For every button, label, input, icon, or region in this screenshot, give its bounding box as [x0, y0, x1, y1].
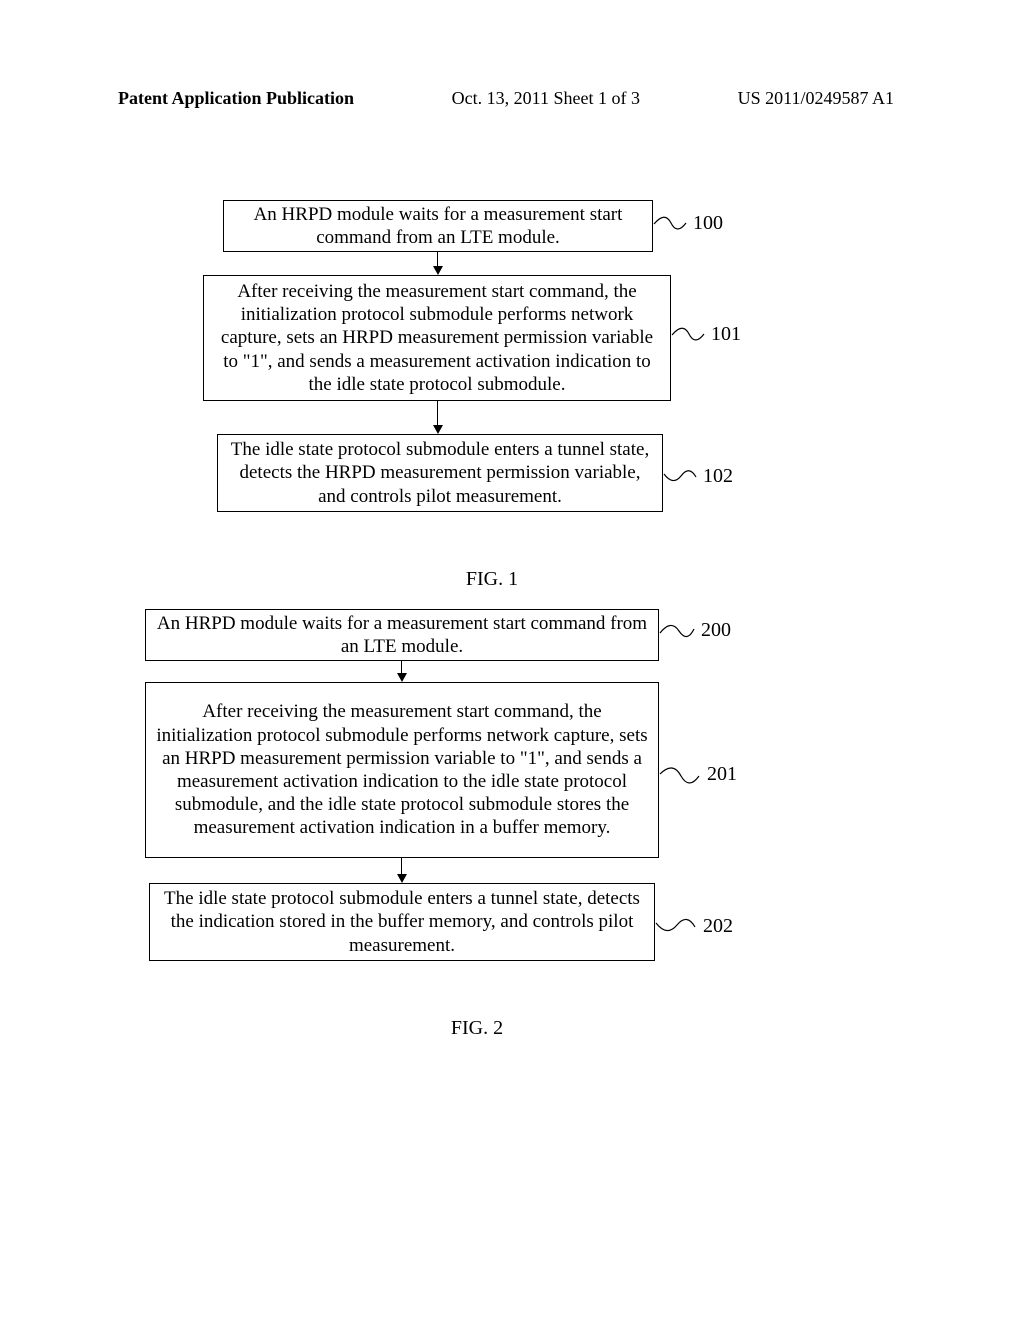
flow-box-202: The idle state protocol submodule enters… [149, 883, 655, 961]
figure-caption-1: FIG. 1 [0, 568, 1024, 591]
diagrams-container: An HRPD module waits for a measurement s… [0, 200, 1024, 1040]
page-header: Patent Application Publication Oct. 13, … [0, 88, 1024, 109]
header-center: Oct. 13, 2011 Sheet 1 of 3 [452, 88, 640, 109]
arrow-head-icon [433, 266, 443, 275]
leader-curve-icon [671, 325, 705, 351]
leader-curve-icon [659, 619, 695, 647]
flow-box-102: The idle state protocol submodule enters… [217, 434, 663, 512]
flow-box-200: An HRPD module waits for a measurement s… [145, 609, 659, 661]
box-text: An HRPD module waits for a measurement s… [154, 612, 650, 658]
flow-box-100: An HRPD module waits for a measurement s… [223, 200, 653, 252]
leader-curve-icon [655, 917, 697, 945]
arrow-head-icon [397, 874, 407, 883]
ref-label-100: 100 [693, 212, 723, 235]
flowchart-fig2: An HRPD module waits for a measurement s… [145, 609, 845, 1009]
ref-label-201: 201 [707, 763, 737, 786]
header-right: US 2011/0249587 A1 [738, 88, 894, 109]
box-text: After receiving the measurement start co… [212, 280, 662, 396]
header-left: Patent Application Publication [118, 88, 354, 109]
leader-curve-icon [659, 764, 701, 792]
figure-caption-2: FIG. 2 [0, 1017, 1024, 1040]
leader-curve-icon [653, 214, 687, 240]
box-text: The idle state protocol submodule enters… [158, 887, 646, 957]
box-text: An HRPD module waits for a measurement s… [232, 203, 644, 249]
leader-curve-icon [663, 468, 697, 494]
arrow-head-icon [397, 673, 407, 682]
ref-label-202: 202 [703, 915, 733, 938]
arrow-connector [437, 401, 438, 427]
arrow-head-icon [433, 425, 443, 434]
ref-label-200: 200 [701, 619, 731, 642]
ref-label-102: 102 [703, 465, 733, 488]
flow-box-201: After receiving the measurement start co… [145, 682, 659, 858]
ref-label-101: 101 [711, 323, 741, 346]
flowchart-fig1: An HRPD module waits for a measurement s… [203, 200, 823, 560]
box-text: The idle state protocol submodule enters… [226, 438, 654, 508]
flow-box-101: After receiving the measurement start co… [203, 275, 671, 401]
box-text: After receiving the measurement start co… [154, 700, 650, 839]
